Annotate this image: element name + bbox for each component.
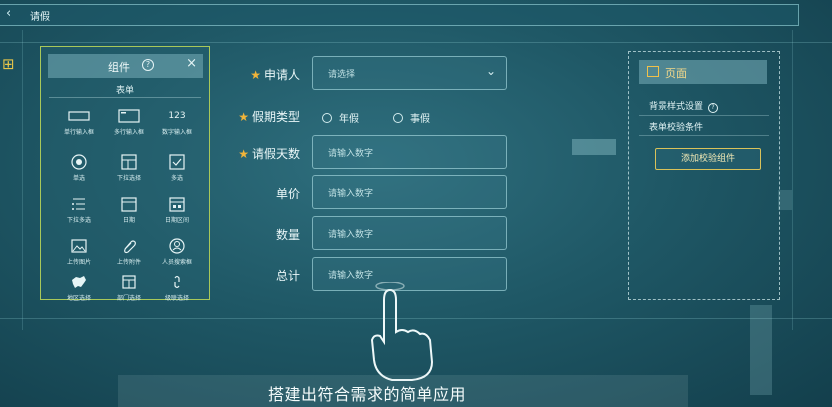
divider <box>49 97 201 98</box>
decorative-block <box>750 305 772 395</box>
days-input[interactable]: 请输入数字 <box>312 135 507 169</box>
applicant-select[interactable]: 请选择 ⌄ <box>312 56 507 90</box>
guide-line <box>0 42 832 43</box>
applicant-label: ★ 申请人 <box>250 68 300 82</box>
number-input-icon: 123 <box>168 111 186 121</box>
decorative-block <box>572 139 616 155</box>
component-label: 日期 <box>122 217 135 224</box>
required-star-icon: ★ <box>250 68 261 82</box>
component-label: 日期区间 <box>164 217 189 224</box>
component-cascade-select[interactable]: 级联选择 <box>151 271 203 307</box>
form-validation-conditions[interactable]: 表单校验条件 <box>649 120 703 133</box>
component-label: 下拉选择 <box>116 175 141 182</box>
dropdown-select-icon <box>103 151 155 173</box>
help-icon[interactable]: ? <box>708 103 719 113</box>
decorative-block <box>778 190 792 210</box>
radio-annual-leave[interactable]: 年假 <box>322 110 359 125</box>
date-icon <box>103 193 155 215</box>
component-region-select[interactable]: 地区选择 <box>53 271 105 307</box>
component-label: 上传图片 <box>66 259 91 266</box>
unit-price-label: 单价 <box>275 187 300 201</box>
leave-type-label: ★ 假期类型 <box>238 110 300 124</box>
radio-icon <box>393 112 403 123</box>
component-palette: 组件 ? × 表单 单行输入框 多行输入框 123 数字输入框 单选 下拉选择 … <box>40 46 210 302</box>
component-department-select[interactable]: 部门选择 <box>103 271 155 307</box>
component-dropdown-select[interactable]: 下拉选择 <box>103 151 155 187</box>
component-label: 单行输入框 <box>63 129 94 136</box>
section-title: 表单 <box>115 86 134 96</box>
page-settings-panel: 页面 背景样式设置? 表单校验条件 添加校验组件 <box>628 51 780 300</box>
page-title: 请假 <box>30 12 50 23</box>
chevron-down-icon: ⌄ <box>485 64 496 78</box>
component-radio[interactable]: 单选 <box>53 151 105 187</box>
divider <box>639 115 769 116</box>
required-star-icon: ★ <box>238 110 249 124</box>
cascade-select-icon <box>151 271 203 293</box>
background-style-setting[interactable]: 背景样式设置? <box>649 99 719 113</box>
component-label: 多行输入框 <box>113 129 144 136</box>
chevron-left-icon[interactable]: ‹ <box>6 6 11 21</box>
region-select-icon <box>53 271 105 293</box>
page-icon <box>647 66 659 77</box>
component-single-line-input[interactable]: 单行输入框 <box>53 105 105 141</box>
component-label: 人员搜索框 <box>161 259 192 266</box>
days-placeholder: 请输入数字 <box>328 149 374 159</box>
palette-title: 组件 <box>108 61 130 74</box>
close-icon[interactable]: × <box>186 56 197 71</box>
radio-icon <box>53 151 105 173</box>
days-label: ★ 请假天数 <box>238 147 300 161</box>
component-date-range[interactable]: 日期区间 <box>151 193 203 229</box>
unit-price-input[interactable]: 请输入数字 <box>312 175 507 209</box>
guide-line <box>22 30 23 330</box>
radio-personal-leave[interactable]: 事假 <box>393 110 430 125</box>
multi-line-input-icon <box>103 105 155 127</box>
title-bar: ‹ 请假 <box>0 4 799 26</box>
component-number-input[interactable]: 123 数字输入框 <box>151 105 203 141</box>
grid-icon[interactable]: ⊞ <box>2 55 15 73</box>
component-checkbox[interactable]: 多选 <box>151 151 203 187</box>
component-label: 级联选择 <box>164 295 189 302</box>
palette-header: 组件 ? × <box>48 54 203 78</box>
panel-header: 页面 <box>639 60 767 84</box>
guide-line <box>792 30 793 330</box>
dropdown-multi-icon <box>53 193 105 215</box>
date-range-icon <box>151 193 203 215</box>
component-dropdown-multi[interactable]: 下拉多选 <box>53 193 105 229</box>
add-validation-button[interactable]: 添加校验组件 <box>655 148 761 170</box>
component-person-search[interactable]: 人员搜索框 <box>151 235 203 271</box>
component-label: 多选 <box>170 175 183 182</box>
component-upload-image[interactable]: 上传图片 <box>53 235 105 271</box>
quantity-label: 数量 <box>275 228 300 242</box>
radio-icon <box>322 112 332 123</box>
component-multi-line-input[interactable]: 多行输入框 <box>103 105 155 141</box>
component-label: 部门选择 <box>116 295 141 302</box>
component-label: 下拉多选 <box>66 217 91 224</box>
component-label: 上传附件 <box>116 259 141 266</box>
divider <box>639 135 769 136</box>
component-label: 地区选择 <box>66 295 91 302</box>
checkbox-icon <box>151 151 203 173</box>
total-placeholder: 请输入数字 <box>328 271 374 281</box>
component-label: 数字输入框 <box>161 129 192 136</box>
applicant-placeholder: 请选择 <box>328 70 356 80</box>
quantity-input[interactable]: 请输入数字 <box>312 216 507 250</box>
upload-image-icon <box>53 235 105 257</box>
component-upload-attachment[interactable]: 上传附件 <box>103 235 155 271</box>
person-search-icon <box>151 235 203 257</box>
component-date[interactable]: 日期 <box>103 193 155 229</box>
required-star-icon: ★ <box>238 147 249 161</box>
pointing-hand-icon <box>370 282 434 381</box>
single-line-input-icon <box>53 105 105 127</box>
quantity-placeholder: 请输入数字 <box>328 230 374 240</box>
component-label: 单选 <box>72 175 85 182</box>
department-select-icon <box>103 271 155 293</box>
help-icon[interactable]: ? <box>142 59 154 71</box>
video-caption: 搭建出符合需求的简单应用 <box>268 385 467 404</box>
total-label: 总计 <box>275 269 300 283</box>
unit-price-placeholder: 请输入数字 <box>328 189 374 199</box>
panel-title: 页面 <box>665 67 687 80</box>
upload-attachment-icon <box>103 235 155 257</box>
